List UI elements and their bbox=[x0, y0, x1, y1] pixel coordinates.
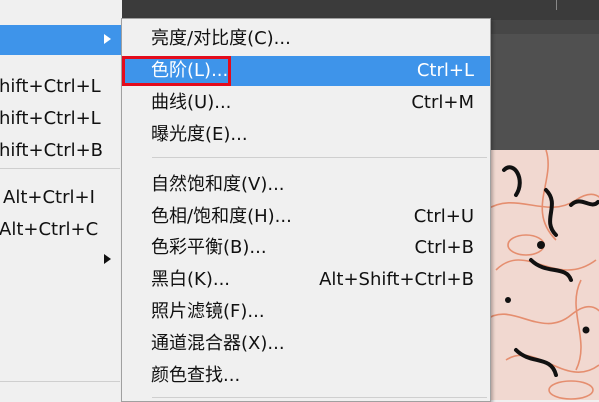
menu-item-label: 照片滤镜(F)... bbox=[151, 301, 265, 322]
menu-item-label: 黑白(K)... bbox=[151, 269, 231, 290]
workspace-background bbox=[486, 20, 599, 150]
menu-item-label: 亮度/对比度(C)... bbox=[151, 28, 291, 49]
parent-menu: hift+Ctrl+L hift+Ctrl+L hift+Ctrl+B Alt+… bbox=[0, 0, 122, 400]
menu-item-shortcut: Ctrl+U bbox=[413, 206, 474, 227]
parent-menu-item-shortcut[interactable]: Alt+Ctrl+C bbox=[0, 220, 98, 240]
menu-item-vibrance[interactable]: 自然饱和度(V)... bbox=[122, 170, 490, 200]
menu-item-label: 自然饱和度(V)... bbox=[151, 174, 285, 195]
menu-item-channel-mixer[interactable]: 通道混合器(X)... bbox=[122, 329, 490, 359]
menu-separator bbox=[152, 397, 487, 398]
parent-menu-item-shortcut[interactable]: hift+Ctrl+L bbox=[0, 77, 101, 97]
menu-separator bbox=[0, 168, 120, 169]
adjustments-submenu: 亮度/对比度(C)... 色阶(L)... Ctrl+L 曲线(U)... Ct… bbox=[121, 18, 491, 402]
menu-item-curves[interactable]: 曲线(U)... Ctrl+M bbox=[122, 88, 490, 118]
menu-item-label: 曝光度(E)... bbox=[151, 124, 248, 145]
canvas-photo bbox=[486, 150, 599, 400]
parent-menu-item-shortcut[interactable]: hift+Ctrl+L bbox=[0, 109, 101, 129]
menu-item-color-lookup[interactable]: 颜色查找... bbox=[122, 361, 490, 391]
menu-separator bbox=[0, 381, 120, 382]
workspace-strip bbox=[486, 20, 599, 34]
menu-item-shortcut: Ctrl+L bbox=[416, 60, 474, 81]
menu-item-label: 颜色查找... bbox=[151, 365, 241, 386]
menu-item-label: 曲线(U)... bbox=[151, 92, 232, 113]
submenu-arrow-icon bbox=[104, 254, 111, 264]
parent-menu-item-shortcut[interactable]: hift+Ctrl+B bbox=[0, 141, 103, 161]
menu-item-color-balance[interactable]: 色彩平衡(B)... Ctrl+B bbox=[122, 233, 490, 263]
parent-menu-item-shortcut[interactable]: Alt+Ctrl+I bbox=[3, 188, 95, 208]
top-bar-divider bbox=[556, 0, 557, 10]
menu-item-brightness-contrast[interactable]: 亮度/对比度(C)... bbox=[122, 24, 490, 54]
menu-item-exposure[interactable]: 曝光度(E)... bbox=[122, 120, 490, 150]
menu-item-label: 通道混合器(X)... bbox=[151, 333, 285, 354]
menu-item-levels[interactable]: 色阶(L)... Ctrl+L bbox=[122, 56, 490, 86]
menu-item-shortcut: Ctrl+M bbox=[411, 92, 474, 113]
menu-item-shortcut: Ctrl+B bbox=[414, 237, 474, 258]
menu-item-photo-filter[interactable]: 照片滤镜(F)... bbox=[122, 297, 490, 327]
photo-pattern bbox=[486, 150, 599, 400]
menu-item-shortcut: Alt+Shift+Ctrl+B bbox=[319, 269, 474, 290]
menu-separator bbox=[152, 157, 487, 158]
menu-item-label: 色彩平衡(B)... bbox=[151, 237, 267, 258]
menu-item-label: 色相/饱和度(H)... bbox=[151, 206, 292, 227]
app-top-bar bbox=[122, 0, 599, 20]
annotation-highlight-box bbox=[122, 56, 231, 86]
submenu-arrow-icon bbox=[104, 34, 111, 44]
menu-item-hue-saturation[interactable]: 色相/饱和度(H)... Ctrl+U bbox=[122, 202, 490, 232]
menu-item-black-white[interactable]: 黑白(K)... Alt+Shift+Ctrl+B bbox=[122, 265, 490, 295]
